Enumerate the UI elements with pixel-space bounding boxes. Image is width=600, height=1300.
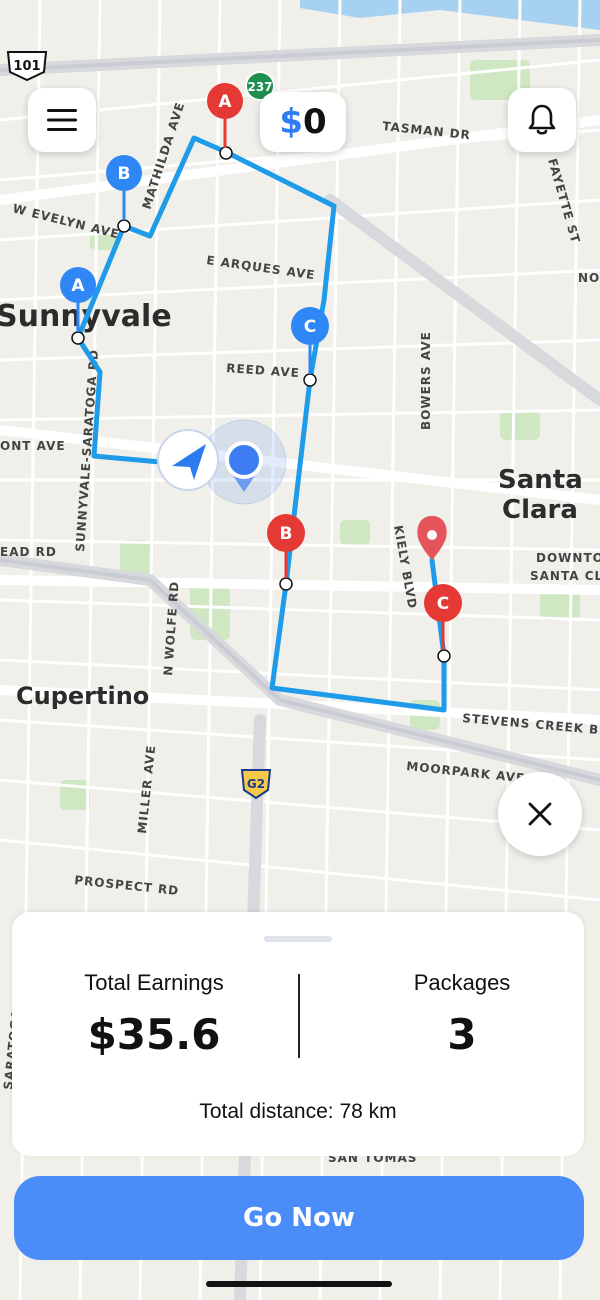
menu-button[interactable] [28, 88, 96, 152]
svg-text:C: C [304, 317, 316, 337]
city-label-santa: Santa [498, 465, 583, 495]
earnings-value: $35.6 [87, 1010, 221, 1059]
street-label: ONT AVE [0, 439, 66, 453]
packages-value: 3 [447, 1010, 477, 1059]
notifications-button[interactable] [508, 88, 576, 152]
city-label-cupertino: Cupertino [16, 682, 149, 710]
close-icon [528, 802, 552, 826]
city-label-santa-clara-short: SANTA CL [530, 569, 600, 583]
svg-text:B: B [280, 524, 293, 544]
total-distance: Total distance: 78 km [199, 1100, 397, 1123]
hamburger-menu-icon [47, 109, 77, 131]
close-button[interactable] [498, 772, 582, 856]
recenter-location-button[interactable] [157, 429, 219, 491]
city-label-clara: Clara [502, 495, 578, 525]
balance-currency: $ [279, 102, 303, 142]
svg-text:G2: G2 [247, 777, 265, 791]
sheet-drag-handle[interactable] [264, 936, 332, 942]
go-now-button[interactable]: Go Now [14, 1176, 584, 1260]
packages-label: Packages [413, 970, 511, 995]
balance-amount: 0 [303, 102, 327, 142]
city-label-downtown: DOWNTO [536, 551, 600, 565]
street-label: BOWERS AVE [419, 331, 433, 430]
trip-summary-sheet: Total Earnings $35.6 Packages 3 Total di… [12, 912, 584, 1156]
earnings-label: Total Earnings [84, 970, 224, 995]
balance-badge[interactable]: $ 0 [260, 92, 346, 152]
home-indicator [206, 1281, 392, 1287]
svg-text:A: A [218, 92, 232, 112]
svg-text:101: 101 [13, 59, 40, 74]
svg-text:C: C [437, 594, 449, 614]
svg-text:B: B [118, 164, 131, 184]
earnings-summary: Total Earnings $35.6 [52, 970, 256, 1059]
street-label: EAD RD [0, 545, 57, 559]
svg-text:A: A [71, 276, 85, 296]
summary-divider [298, 974, 300, 1058]
svg-text:237: 237 [247, 80, 272, 94]
street-label: NO [578, 271, 600, 285]
bell-icon [528, 104, 556, 135]
packages-summary: Packages 3 [362, 970, 562, 1059]
